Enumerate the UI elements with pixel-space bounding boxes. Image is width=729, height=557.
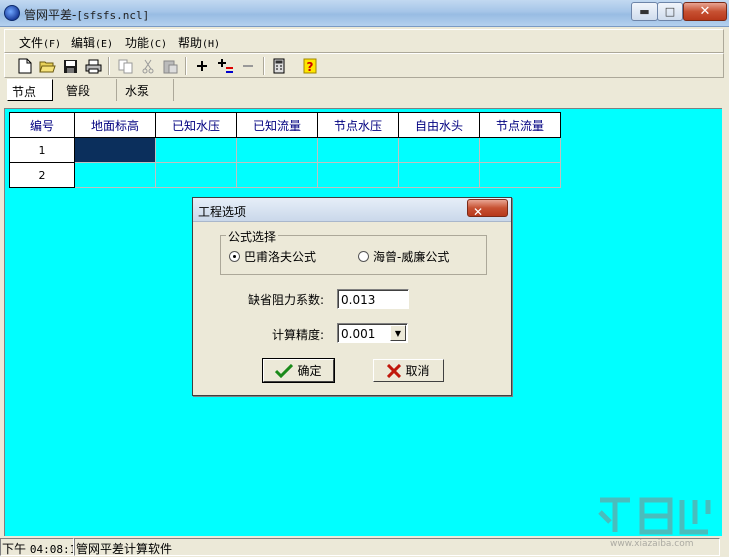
- grid-cell[interactable]: [479, 137, 561, 163]
- menu-function[interactable]: 功能(C): [125, 34, 167, 51]
- minimize-button[interactable]: ▬: [631, 2, 658, 21]
- grid-cell[interactable]: [317, 162, 399, 188]
- title-bar: 管网平差-[sfsfs.ncl] ▬ □ ✕: [0, 0, 729, 27]
- checkmark-icon: [275, 363, 294, 378]
- print-button[interactable]: [84, 57, 102, 75]
- status-time: 下午 04:08:1: [0, 538, 74, 556]
- column-header[interactable]: 节点水压: [317, 112, 399, 138]
- grid-header-row: 编号 地面标高 已知水压 已知流量 节点水压 自由水头 节点流量: [9, 112, 561, 138]
- minimize-icon: ▬: [639, 5, 650, 18]
- dialog-title: 工程选项: [198, 205, 247, 219]
- column-header[interactable]: 节点流量: [479, 112, 561, 138]
- download-bar-logo-icon: www.xiazaiba.com: [598, 497, 711, 549]
- table-row: 2: [9, 162, 561, 188]
- svg-text:?: ?: [307, 60, 314, 74]
- row-header[interactable]: 1: [9, 137, 75, 163]
- help-button[interactable]: ?: [301, 57, 319, 75]
- add-pipe-icon: [217, 59, 233, 73]
- precision-label: 计算精度:: [272, 328, 325, 342]
- precision-select[interactable]: 0.001 ▼: [337, 323, 408, 343]
- watermark-logo: www.xiazaiba.com: [590, 492, 720, 549]
- menu-help[interactable]: 帮助(H): [178, 34, 220, 51]
- grid-cell[interactable]: [155, 162, 237, 188]
- grid-cell[interactable]: [155, 137, 237, 163]
- grid-cell[interactable]: [398, 162, 480, 188]
- node-grid: 编号 地面标高 已知水压 已知流量 节点水压 自由水头 节点流量 1 2: [9, 112, 561, 188]
- table-row: 1: [9, 137, 561, 163]
- resistance-label: 缺省阻力系数:: [248, 293, 325, 307]
- radio-pavlovsky[interactable]: 巴甫洛夫公式: [229, 248, 316, 265]
- remove-icon: [243, 65, 253, 67]
- add-node-button[interactable]: [193, 57, 211, 75]
- new-file-button[interactable]: [16, 57, 34, 75]
- tab-strip: 节点 管段 水泵: [4, 79, 724, 103]
- menu-file[interactable]: 文件(F): [19, 34, 61, 51]
- save-button[interactable]: [61, 57, 79, 75]
- maximize-button[interactable]: □: [657, 2, 683, 21]
- menu-bar: 文件(F) 编辑(E) 功能(C) 帮助(H): [4, 29, 724, 53]
- column-header[interactable]: 编号: [9, 112, 75, 138]
- cross-icon: [387, 363, 402, 378]
- close-icon: ✕: [699, 4, 711, 19]
- toolbar-separator: [185, 57, 187, 75]
- paste-button[interactable]: [161, 57, 179, 75]
- dropdown-arrow-icon[interactable]: ▼: [390, 325, 406, 341]
- add-pipe-button[interactable]: [216, 57, 234, 75]
- close-icon: ✕: [473, 205, 484, 219]
- dialog-title-bar: 工程选项 ✕: [193, 198, 511, 222]
- dialog-close-button[interactable]: ✕: [467, 199, 508, 219]
- tab-pipes[interactable]: 管段: [62, 79, 117, 101]
- copy-icon: [118, 59, 132, 73]
- cut-button[interactable]: [139, 57, 157, 75]
- grid-cell[interactable]: [479, 162, 561, 188]
- cancel-button[interactable]: 取消: [373, 359, 444, 382]
- column-header[interactable]: 自由水头: [398, 112, 480, 138]
- grid-cell[interactable]: [317, 137, 399, 163]
- paste-icon: [163, 60, 177, 73]
- radio-hazen-williams[interactable]: 海曾-威廉公式: [358, 248, 449, 265]
- toolbar: ?: [4, 53, 724, 78]
- grid-cell[interactable]: [236, 162, 318, 188]
- menu-edit[interactable]: 编辑(E): [71, 34, 113, 51]
- open-folder-icon: [38, 61, 56, 73]
- resistance-input[interactable]: 0.013: [337, 289, 409, 309]
- maximize-icon: □: [664, 5, 676, 18]
- formula-group-label: 公式选择: [226, 228, 279, 245]
- column-header[interactable]: 地面标高: [74, 112, 156, 138]
- column-header[interactable]: 已知流量: [236, 112, 318, 138]
- window-title: 管网平差-[sfsfs.ncl]: [24, 8, 150, 22]
- close-button[interactable]: ✕: [683, 2, 727, 21]
- toolbar-separator: [263, 57, 265, 75]
- project-options-dialog: 工程选项 ✕ 公式选择 巴甫洛夫公式 海曾-威廉公式 缺省阻力系数: 0.013…: [192, 197, 512, 396]
- open-button[interactable]: [38, 57, 56, 75]
- column-header[interactable]: 已知水压: [155, 112, 237, 138]
- app-icon: [4, 5, 20, 21]
- add-node-icon: [197, 61, 207, 71]
- copy-button[interactable]: [116, 57, 134, 75]
- save-icon: [63, 59, 77, 73]
- svg-text:www.xiazaiba.com: www.xiazaiba.com: [610, 539, 694, 547]
- new-file-icon: [18, 58, 32, 74]
- ok-button[interactable]: 确定: [262, 358, 335, 383]
- calculator-icon: [273, 58, 285, 74]
- tab-pumps[interactable]: 水泵: [121, 79, 174, 101]
- grid-cell[interactable]: [74, 162, 156, 188]
- calculator-button[interactable]: [270, 57, 288, 75]
- help-icon: ?: [303, 58, 317, 74]
- radio-checked-icon: [229, 251, 240, 262]
- remove-button[interactable]: [239, 57, 257, 75]
- grid-cell-selected[interactable]: [74, 137, 156, 163]
- radio-unchecked-icon: [358, 251, 369, 262]
- print-icon: [85, 59, 101, 73]
- tab-nodes[interactable]: 节点: [7, 79, 53, 101]
- grid-cell[interactable]: [398, 137, 480, 163]
- toolbar-separator: [108, 57, 110, 75]
- formula-group: 公式选择 巴甫洛夫公式 海曾-威廉公式: [220, 228, 487, 275]
- row-header[interactable]: 2: [9, 162, 75, 188]
- grid-cell[interactable]: [236, 137, 318, 163]
- cut-icon: [142, 59, 154, 73]
